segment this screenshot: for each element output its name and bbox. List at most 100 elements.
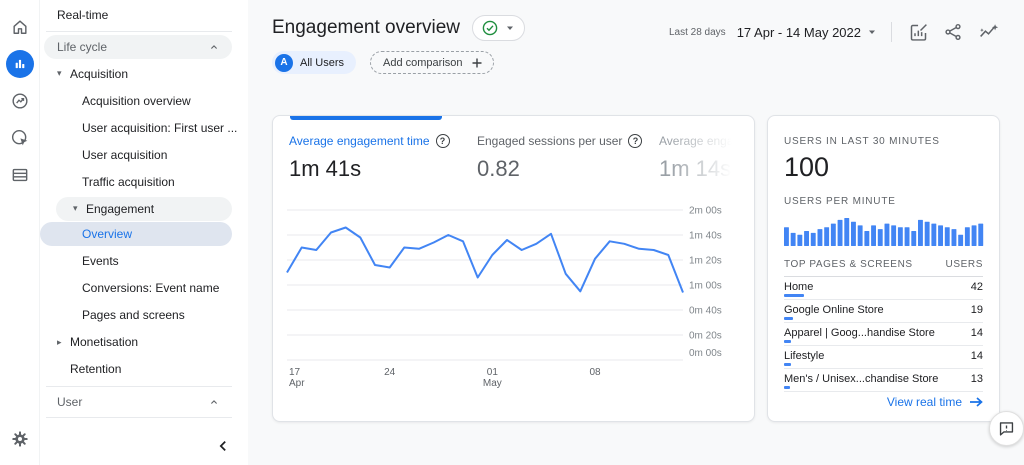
active-metric-indicator bbox=[290, 116, 442, 120]
collapse-nav-button[interactable] bbox=[212, 435, 234, 457]
page-users-bar bbox=[784, 340, 791, 343]
minute-bar bbox=[831, 224, 836, 246]
help-icon[interactable]: ? bbox=[628, 134, 642, 148]
feedback-button[interactable] bbox=[989, 411, 1024, 446]
insights-icon[interactable] bbox=[976, 20, 1000, 44]
x-axis-label: 08 bbox=[589, 367, 601, 378]
library-icon[interactable] bbox=[6, 161, 34, 189]
metric-label: Average engagement time bbox=[289, 134, 430, 148]
page-users-bar bbox=[784, 386, 790, 389]
y-axis-label: 0m 40s bbox=[689, 306, 722, 317]
x-axis-label: 01 bbox=[487, 367, 499, 378]
sidebar-item-monetisation[interactable]: ▸Monetisation bbox=[40, 329, 248, 356]
minute-bar bbox=[864, 231, 869, 246]
advertising-icon[interactable] bbox=[6, 124, 34, 152]
caret-down-icon bbox=[867, 27, 877, 37]
chevron-up-icon bbox=[208, 396, 220, 408]
sidebar-section-user[interactable]: User bbox=[40, 390, 232, 414]
minute-bar bbox=[797, 235, 802, 246]
sidebar-section-life-cycle[interactable]: Life cycle bbox=[44, 35, 232, 59]
users-30min-value: 100 bbox=[784, 152, 983, 183]
minute-bar bbox=[878, 229, 883, 246]
chevron-left-icon bbox=[216, 439, 230, 453]
x-axis-label: Apr bbox=[289, 378, 305, 389]
minute-bar bbox=[891, 225, 896, 246]
help-icon[interactable]: ? bbox=[436, 134, 450, 148]
minute-bar bbox=[898, 227, 903, 246]
add-comparison-button[interactable]: Add comparison bbox=[370, 51, 494, 74]
reports-sidebar: Real-time Life cycle▾AcquisitionAcquisiti… bbox=[40, 0, 248, 465]
page-users-value: 19 bbox=[971, 304, 983, 316]
sidebar-item-pages-and-screens[interactable]: Pages and screens bbox=[40, 302, 248, 329]
minute-bar bbox=[925, 222, 930, 246]
minute-bar bbox=[958, 235, 963, 246]
triangle-down-icon: ▾ bbox=[57, 68, 70, 79]
x-axis-label: May bbox=[483, 378, 502, 389]
minute-bar bbox=[931, 224, 936, 246]
home-icon[interactable] bbox=[6, 13, 34, 41]
sidebar-item-real-time[interactable]: Real-time bbox=[40, 2, 248, 28]
view-real-time-link[interactable]: View real time bbox=[887, 395, 983, 409]
minute-bar bbox=[972, 225, 977, 246]
feedback-icon bbox=[998, 420, 1015, 437]
divider bbox=[46, 386, 232, 387]
y-axis-label: 1m 00s bbox=[689, 281, 722, 292]
nav-item-label: Retention bbox=[70, 362, 121, 376]
page-users-value: 14 bbox=[971, 327, 983, 339]
nav-item-label: Monetisation bbox=[70, 335, 138, 349]
admin-gear-icon[interactable] bbox=[6, 425, 34, 453]
top-pages-table: Home42Google Online Store19Apparel | Goo… bbox=[784, 277, 983, 392]
minute-bar bbox=[838, 220, 843, 246]
x-axis-label: 24 bbox=[384, 367, 396, 378]
metric-average-engagement-faded[interactable]: Average engag 1m 14s bbox=[659, 134, 769, 182]
reports-icon[interactable] bbox=[6, 50, 34, 78]
page-title: Google Online Store bbox=[784, 304, 884, 316]
page-title: Men's / Unisex...chandise Store bbox=[784, 373, 938, 385]
metric-engaged-sessions-per-user[interactable]: Engaged sessions per user? 0.82 bbox=[477, 134, 659, 182]
sidebar-item-acquisition-overview[interactable]: Acquisition overview bbox=[40, 87, 248, 114]
sidebar-item-user-acquisition-first-user[interactable]: User acquisition: First user ... bbox=[40, 114, 248, 141]
segment-label: All Users bbox=[300, 57, 344, 69]
triangle-right-icon: ▸ bbox=[57, 337, 70, 348]
table-row: Lifestyle14 bbox=[784, 346, 983, 369]
y-axis-label: 0m 20s bbox=[689, 331, 722, 342]
share-icon[interactable] bbox=[941, 20, 965, 44]
page-title: Home bbox=[784, 281, 813, 293]
users-column-header: USERS bbox=[946, 259, 983, 270]
chevron-up-icon bbox=[208, 41, 220, 53]
minute-bar bbox=[938, 225, 943, 246]
metric-average-engagement-time[interactable]: Average engagement time? 1m 41s bbox=[289, 134, 477, 182]
engagement-overview-card: Average engagement time? 1m 41s Engaged … bbox=[272, 115, 755, 422]
sidebar-item-acquisition[interactable]: ▾Acquisition bbox=[40, 60, 248, 87]
y-axis-label: 1m 40s bbox=[689, 231, 722, 242]
page-users-value: 42 bbox=[971, 281, 983, 293]
y-axis-label: 2m 00s bbox=[689, 206, 722, 217]
engagement-time-line-chart: 2m 00s1m 40s1m 20s1m 00s0m 40s0m 20s0m 0… bbox=[285, 204, 743, 392]
minute-bar bbox=[804, 231, 809, 246]
sidebar-item-user-acquisition[interactable]: User acquisition bbox=[40, 141, 248, 168]
page-users-bar bbox=[784, 363, 791, 366]
segment-chip-all-users[interactable]: A All Users bbox=[272, 51, 356, 74]
sidebar-item-overview[interactable]: Overview bbox=[40, 222, 232, 246]
sidebar-item-retention[interactable]: Retention bbox=[40, 356, 248, 383]
explore-icon[interactable] bbox=[6, 87, 34, 115]
page-title: Engagement overview bbox=[272, 17, 460, 39]
minute-bar bbox=[911, 231, 916, 246]
minute-bar bbox=[978, 224, 983, 246]
nav-item-label: Engagement bbox=[86, 202, 154, 216]
view-real-time-label: View real time bbox=[887, 395, 962, 409]
customize-report-icon[interactable] bbox=[906, 20, 930, 44]
sidebar-item-engagement[interactable]: ▾Engagement bbox=[56, 197, 232, 221]
sidebar-item-traffic-acquisition[interactable]: Traffic acquisition bbox=[40, 168, 248, 195]
minute-bar bbox=[885, 224, 890, 246]
date-range-picker[interactable]: 17 Apr - 14 May 2022 bbox=[737, 25, 877, 40]
divider bbox=[46, 31, 232, 32]
users-30min-label: USERS IN LAST 30 MINUTES bbox=[784, 136, 983, 147]
arrow-right-icon bbox=[969, 396, 983, 408]
table-row: Home 42 bbox=[784, 277, 983, 300]
report-status-dropdown[interactable] bbox=[472, 15, 525, 41]
sidebar-item-conversions-event-name[interactable]: Conversions: Event name bbox=[40, 275, 248, 302]
metric-value: 0.82 bbox=[477, 156, 659, 182]
sidebar-item-events[interactable]: Events bbox=[40, 248, 248, 275]
segment-avatar: A bbox=[275, 54, 293, 72]
